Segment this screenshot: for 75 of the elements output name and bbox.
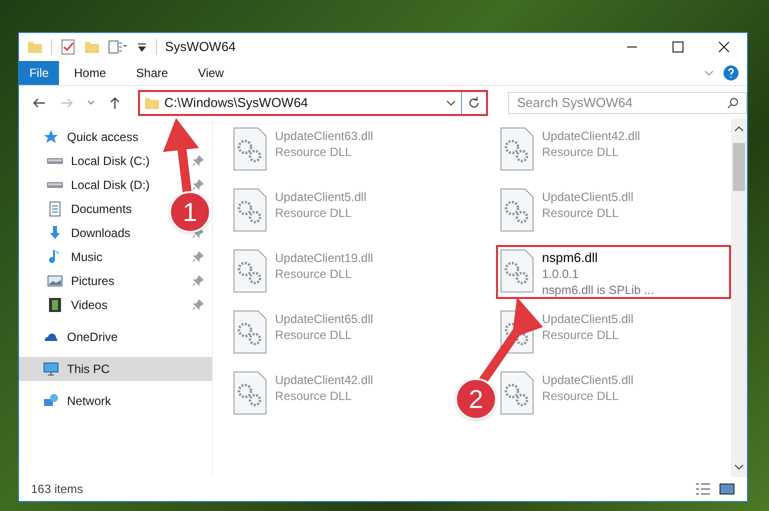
sidebar-item[interactable]: Music bbox=[47, 248, 102, 266]
properties-icon[interactable] bbox=[108, 39, 128, 55]
large-icons-view-icon[interactable] bbox=[719, 481, 735, 497]
file-name: UpdateClient5.dll bbox=[542, 372, 634, 388]
search-icon bbox=[726, 96, 739, 108]
file-gears-icon bbox=[233, 249, 267, 293]
close-icon bbox=[718, 41, 730, 53]
network-icon bbox=[43, 393, 59, 409]
file-type: Resource DLL bbox=[275, 205, 353, 221]
file-type: Resource DLL bbox=[275, 266, 353, 282]
star-icon bbox=[43, 129, 59, 145]
file-name: UpdateClient5.dll bbox=[542, 311, 634, 327]
pin-icon[interactable] bbox=[192, 155, 204, 167]
details-view-icon[interactable] bbox=[695, 481, 711, 497]
download-icon bbox=[47, 225, 63, 241]
item-count: 163 items bbox=[31, 481, 84, 498]
file-type: Resource DLL bbox=[275, 327, 353, 343]
sidebar-item[interactable]: Videos bbox=[47, 296, 108, 314]
ribbon-tab[interactable]: Share bbox=[121, 61, 184, 85]
file-type: Resource DLL bbox=[542, 205, 620, 221]
file-name: UpdateClient63.dll bbox=[275, 128, 374, 144]
pin-icon[interactable] bbox=[192, 275, 204, 287]
sidebar-item[interactable]: This PC bbox=[43, 360, 110, 378]
sidebar-item[interactable]: Local Disk (D:) bbox=[47, 176, 150, 194]
ribbon-tab[interactable]: View bbox=[183, 61, 239, 85]
scrollbar-thumb[interactable] bbox=[733, 143, 745, 191]
search-field[interactable]: Search SysWOW64 bbox=[508, 92, 747, 114]
dropdown-caret-icon[interactable] bbox=[136, 41, 148, 53]
checklist-icon[interactable] bbox=[60, 39, 76, 55]
file-version: 1.0.0.1 bbox=[542, 266, 580, 282]
sidebar-item[interactable]: Pictures bbox=[47, 272, 114, 290]
scrollbar[interactable] bbox=[731, 119, 747, 477]
file-type: Resource DLL bbox=[275, 388, 353, 404]
file-gears-icon bbox=[233, 188, 267, 232]
file-name: UpdateClient42.dll bbox=[275, 372, 374, 388]
file-gears-icon bbox=[500, 371, 534, 415]
sidebar-item[interactable]: Network bbox=[43, 392, 112, 410]
maximize-icon bbox=[672, 41, 684, 53]
pin-icon[interactable] bbox=[192, 299, 204, 311]
picture-icon bbox=[47, 273, 63, 289]
document-icon bbox=[47, 201, 63, 217]
file-tab[interactable]: File bbox=[19, 61, 59, 85]
drive-icon bbox=[47, 158, 63, 164]
file-type: Resource DLL bbox=[542, 144, 620, 160]
file-name: UpdateClient65.dll bbox=[275, 311, 374, 327]
sidebar-item[interactable]: Downloads bbox=[47, 224, 130, 242]
drive-icon bbox=[47, 182, 63, 188]
window-title: SysWOW64 bbox=[165, 38, 236, 56]
sidebar-item[interactable]: OneDrive bbox=[43, 328, 118, 346]
file-gears-icon bbox=[500, 127, 534, 171]
file-type: Resource DLL bbox=[275, 144, 353, 160]
file-name: UpdateClient5.dll bbox=[275, 189, 366, 205]
file-name: UpdateClient42.dll bbox=[542, 128, 640, 144]
file-description: nspm6.dll is SPLib ... bbox=[542, 282, 654, 298]
file-name: UpdateClient19.dll bbox=[275, 250, 374, 266]
file-gears-icon bbox=[233, 371, 267, 415]
sidebar-item[interactable]: Local Disk (C:) bbox=[47, 152, 150, 170]
pin-icon[interactable] bbox=[192, 179, 204, 191]
help-icon[interactable] bbox=[723, 65, 739, 81]
pin-icon[interactable] bbox=[192, 251, 204, 263]
sidebar-item[interactable]: Quick access bbox=[43, 128, 138, 146]
file-gears-icon bbox=[233, 127, 267, 171]
file-name: nspm6.dll bbox=[542, 250, 599, 266]
sidebar-item[interactable]: Documents bbox=[47, 200, 132, 218]
file-gears-icon bbox=[233, 310, 267, 354]
file-name: UpdateClient5.dll bbox=[542, 189, 634, 205]
file-type: Resource DLL bbox=[542, 327, 620, 343]
file-gears-icon bbox=[500, 249, 534, 293]
film-icon bbox=[47, 297, 63, 313]
monitor-icon bbox=[43, 361, 59, 377]
address-bar[interactable]: C:\Windows\SysWOW64 bbox=[138, 90, 488, 116]
ribbon-tab[interactable]: Home bbox=[59, 61, 122, 85]
chevron-down-icon[interactable] bbox=[86, 98, 94, 106]
file-gears-icon bbox=[500, 188, 534, 232]
file-type: Resource DLL bbox=[542, 388, 620, 404]
